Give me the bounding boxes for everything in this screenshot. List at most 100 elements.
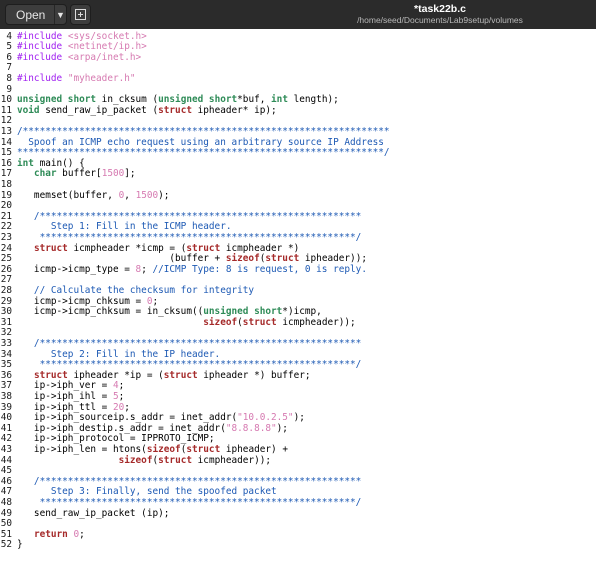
new-document-icon (75, 9, 86, 20)
token-plain: in_cksum ( (101, 94, 159, 106)
code-text[interactable]: #include "myheader.h" (17, 72, 136, 85)
token-plain: send_raw_ip_packet ( (45, 104, 159, 116)
token-plain: ipheader *ip = ( (73, 369, 164, 381)
token-kw: sizeof (203, 316, 238, 328)
line-number: 23 (0, 231, 12, 243)
token-plain: ipheader* ip); (197, 104, 277, 116)
token-cm: ****************************************… (17, 147, 390, 159)
code-text[interactable]: send_raw_ip_packet (ip); (17, 507, 170, 520)
token-kw: struct (33, 369, 74, 381)
token-plain: ipheader *) buffer; (203, 369, 311, 381)
token-plain: , (124, 189, 136, 201)
token-plain: icmp->icmp_type = (17, 263, 136, 275)
token-plain: ip->iph_ttl = (17, 401, 113, 413)
token-cm: Step 1: Fill in the ICMP header. (17, 221, 232, 233)
token-plain: send_raw_ip_packet (ip); (17, 507, 170, 519)
code-line[interactable]: 18 (0, 179, 12, 191)
token-kw: struct (186, 242, 226, 254)
token-cm: Step 2: Fill in the IP header. (17, 348, 221, 360)
token-cm: /***************************************… (17, 210, 362, 222)
token-kw: struct (158, 104, 198, 116)
line-number: 52 (0, 539, 12, 551)
token-plain: ip->iph_len = htons( (17, 443, 147, 455)
token-st: "myheader.h" (67, 72, 136, 84)
line-number: 48 (0, 496, 12, 508)
token-plain: ip->iph_sourceip.s_addr = inet_addr( (17, 412, 238, 424)
token-plain: ; (79, 528, 85, 540)
open-button[interactable]: Open ▼ (5, 4, 67, 25)
token-plain: ); (276, 422, 288, 434)
token-plain: ; (118, 380, 125, 392)
token-ty: void (17, 104, 46, 116)
token-plain: main() { (39, 157, 85, 169)
code-text[interactable]: #include <arpa/inet.h> (17, 51, 142, 64)
token-st: <netinet/ip.h> (67, 41, 147, 53)
token-pp: #include (17, 51, 68, 63)
code-text[interactable]: } (17, 539, 23, 551)
token-st: "8.8.8.8" (225, 422, 277, 434)
token-cm: /***************************************… (17, 337, 362, 349)
token-plain: icmp->icmp_chksum = in_cksum(( (17, 306, 204, 318)
line-number: 43 (0, 443, 12, 455)
code-line[interactable]: 48 *************************************… (0, 496, 362, 509)
code-editor[interactable]: 4 #include <sys/socket.h> 5 #include <netin… (0, 29, 596, 574)
code-line[interactable]: 33 /************************************… (0, 337, 362, 350)
code-line[interactable]: 13 /*************************************… (0, 125, 390, 138)
window-subtitle: /home/seed/Documents/Lab9setup/volumes (357, 15, 523, 25)
token-ty: unsigned short (17, 94, 102, 106)
token-plain: ); (293, 412, 305, 424)
code-text[interactable]: void send_raw_ip_packet (struct ipheader… (17, 104, 277, 117)
token-kw: sizeof (118, 454, 153, 466)
token-plain: ipheader) + (225, 443, 288, 455)
open-button-label: Open (16, 7, 46, 22)
token-ty: unsigned short (158, 94, 238, 106)
token-plain: } (17, 539, 23, 551)
code-line[interactable]: 28 // Calculate the checksum for integri… (0, 285, 254, 297)
new-document-button[interactable] (70, 4, 91, 25)
token-cm: /***************************************… (17, 125, 390, 137)
token-cm: Spoof an ICMP echo request using an arbi… (17, 136, 384, 148)
code-line[interactable]: 8 #include "myheader.h" (0, 73, 135, 85)
token-cm: ****************************************… (17, 231, 362, 243)
token-plain: memset(buffer, (17, 189, 119, 201)
token-kw: sizeof (225, 253, 260, 265)
token-cm: ****************************************… (17, 496, 362, 508)
code-text[interactable]: char buffer[1500]; (17, 168, 136, 180)
token-plain: *buf, (237, 94, 272, 106)
chevron-down-icon[interactable]: ▼ (55, 10, 66, 20)
code-text[interactable]: memset(buffer, 0, 1500); (17, 189, 170, 202)
token-plain: ip->iph_ihl = (17, 390, 113, 402)
code-text[interactable]: icmp->icmp_type = 8; //ICMP Type: 8 is r… (17, 263, 367, 276)
line-number: 33 (0, 337, 12, 349)
token-ty: char (33, 168, 63, 180)
token-ty: unsigned short (203, 306, 283, 318)
code-text[interactable]: sizeof(struct icmpheader)); (17, 454, 272, 467)
code-line[interactable]: 43 ip->iph_len = htons(sizeof(struct iph… (0, 443, 288, 456)
code-line[interactable]: 23 *************************************… (0, 231, 362, 244)
token-plain: ipheader)); (304, 253, 367, 265)
code-text[interactable]: return 0; (17, 528, 85, 541)
code-line[interactable]: 52} (0, 539, 23, 551)
token-kw: return (33, 528, 74, 540)
token-plain: icmpheader *icmp = ( (73, 242, 187, 254)
token-nm: 1500 (135, 189, 159, 201)
token-ty: int (271, 94, 294, 106)
code-line[interactable]: 38 ip->iph_ihl = 5; (0, 391, 125, 403)
token-kw: struct (242, 316, 283, 328)
token-plain: icmpheader)); (197, 454, 272, 466)
code-text[interactable]: sizeof(struct icmpheader)); (17, 316, 356, 329)
token-plain: icmpheader)); (282, 316, 356, 328)
token-plain: (buffer + (17, 253, 226, 265)
token-pp: #include (17, 30, 68, 42)
token-st: "10.0.2.5" (237, 412, 294, 424)
token-pp: #include (17, 41, 68, 53)
line-number: 13 (0, 125, 12, 137)
token-plain: icmpheader *) (225, 242, 300, 254)
token-st: <arpa/inet.h> (67, 51, 142, 63)
token-plain: ; (118, 390, 125, 402)
token-plain: ); (158, 189, 170, 201)
